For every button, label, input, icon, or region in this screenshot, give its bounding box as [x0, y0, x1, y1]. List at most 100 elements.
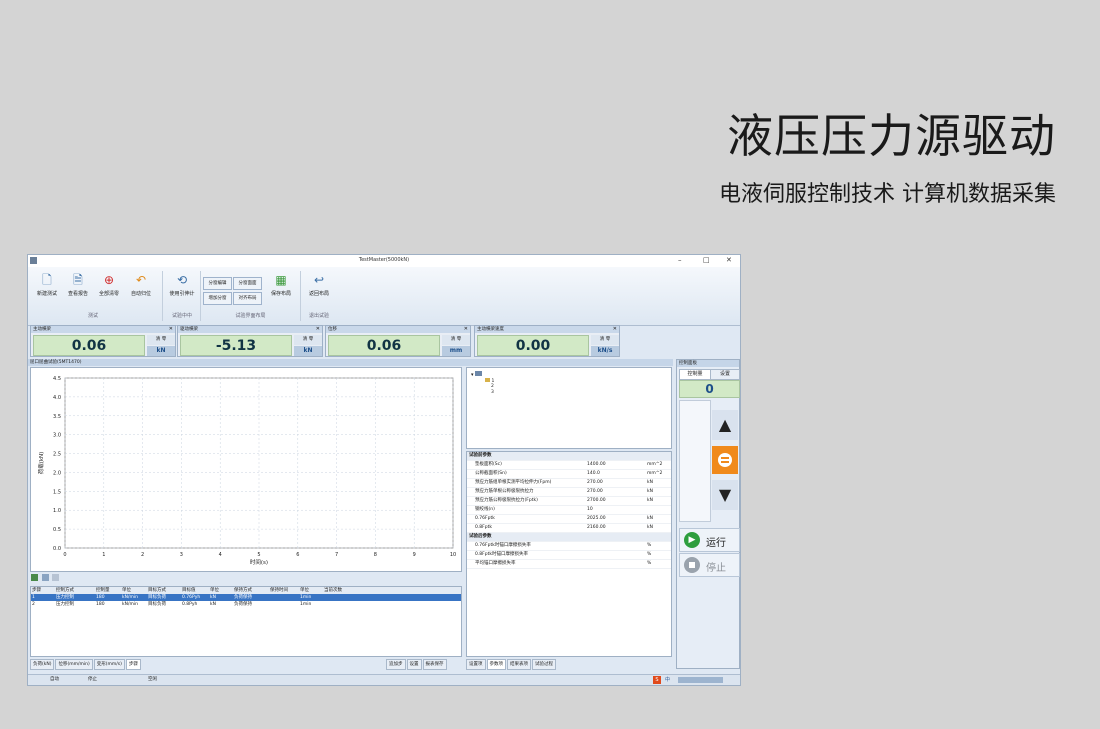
align-layout-button[interactable]: 对齐布局 — [233, 292, 262, 305]
param-row[interactable]: 0.8Fptk时锚口摩擦损失率% — [467, 551, 671, 560]
system-tray-icons[interactable] — [678, 677, 723, 683]
param-section[interactable]: 试验前参数 — [467, 452, 671, 461]
auto-return-button[interactable]: ↶ 自动归位 — [124, 271, 158, 307]
tab-displacement[interactable]: 位移(mm/min) — [55, 659, 93, 670]
return-layout-button[interactable]: ↩ 返回布局 — [302, 271, 336, 307]
hold-button[interactable] — [712, 446, 738, 474]
param-row[interactable]: 垫板面积(Sc) 1400.00 mm^2 — [467, 461, 671, 470]
tab-control-settings[interactable]: 设置 — [710, 369, 740, 380]
table-actions: 追加步 设置 报表保存 — [386, 659, 448, 670]
meter-clear-button[interactable]: 清 零 — [294, 335, 322, 345]
meter-value: 0.06 — [33, 335, 145, 356]
status-idle: 空闲 — [148, 677, 157, 682]
layout-save-icon: ▦ — [275, 273, 287, 287]
step-table: 步骤 控制方式 控制量 单位 目标方式 目标值 单位 保持方式 保持时间 单位 … — [30, 586, 462, 657]
settings-button[interactable]: 设置 — [406, 659, 422, 670]
close-icon[interactable]: ✕ — [316, 326, 320, 333]
tree-node-label: 3 — [491, 390, 494, 395]
table-cell: 0.8Pyh — [182, 602, 198, 607]
export-icon[interactable] — [31, 574, 38, 581]
tab-control-value[interactable]: 控制量 — [679, 369, 711, 380]
param-row[interactable]: 0.8Fptk 2160.00 kN — [467, 524, 671, 533]
tab-load[interactable]: 负荷(kN) — [30, 659, 55, 670]
restore-button[interactable]: □ — [703, 256, 710, 264]
y-tick-label: 2.0 — [53, 470, 61, 476]
meter-unit: kN/s — [591, 346, 619, 356]
meter-clear-button[interactable]: 清 零 — [147, 335, 175, 345]
param-row[interactable]: 钢绞线(n) 10 — [467, 506, 671, 515]
param-name: 0.8Fptk — [475, 525, 492, 530]
param-row[interactable]: 公称截面积(Sn) 140.0 mm^2 — [467, 470, 671, 479]
param-row[interactable]: 0.76Fptk时锚口摩擦损失率% — [467, 542, 671, 551]
meter-clear-button[interactable]: 清 零 — [591, 335, 619, 345]
table-row[interactable]: 1 压力控制 180 kN/min 目标负荷 0.76Pyh kN 负荷保持 1… — [31, 594, 461, 601]
close-button[interactable]: ✕ — [726, 256, 732, 264]
tab-steps[interactable]: 步骤 — [125, 659, 141, 670]
group-label: 测试 — [87, 313, 98, 319]
minimize-button[interactable]: – — [678, 256, 682, 264]
clear-all-button[interactable]: ⊕ 全部清零 — [92, 271, 126, 307]
tab-process[interactable]: 试验过程 — [532, 659, 556, 670]
view-report-button[interactable]: 🗎 查看报告 — [61, 271, 95, 307]
y-tick-label: 0.5 — [53, 527, 61, 533]
table-cell: kN — [210, 595, 216, 600]
param-unit: mm^2 — [647, 462, 663, 467]
tree-node[interactable]: 3 — [491, 390, 494, 395]
append-step-button[interactable]: 追加步 — [386, 659, 406, 670]
control-panel-title: 控制面板 — [677, 360, 739, 367]
table-cell: kN/min — [122, 595, 138, 600]
play-icon: ▶ — [684, 532, 700, 548]
ime-chinese-icon[interactable]: 中 — [665, 675, 670, 685]
close-icon[interactable]: ✕ — [169, 326, 173, 333]
y-tick-label: 1.0 — [53, 508, 61, 514]
group-label: 试验界面布局 — [235, 313, 266, 319]
x-tick-label: 0 — [63, 552, 66, 558]
split-edit-button[interactable]: 分窗编辑 — [203, 277, 232, 290]
table-cell — [269, 601, 299, 608]
param-row[interactable]: 预应力筋公称极限抗拉力(Fptk) 2700.00 kN — [467, 497, 671, 506]
control-panel: 控制面板 控制量 设置 0 ▲ ▼ ▶ 运行 停止 — [676, 359, 740, 669]
extensometer-icon: ⟲ — [176, 273, 188, 287]
control-slider-track[interactable] — [679, 400, 711, 522]
meter-title: 位移 — [328, 327, 337, 332]
use-extensometer-button[interactable]: ⟲ 使用引伸计 — [165, 271, 199, 307]
pause-icon — [718, 452, 732, 467]
stop-button[interactable]: 停止 — [679, 553, 740, 577]
tab-results[interactable]: 结果表项 — [507, 659, 531, 670]
param-row[interactable]: 预应力筋单根公称极限抗拉力 270.00 kN — [467, 488, 671, 497]
tree-root[interactable]: ▾ — [471, 371, 483, 378]
table-row[interactable]: 2 压力控制 180 kN/min 目标负荷 0.8Pyh kN 负荷保持 1m… — [31, 601, 461, 608]
run-button[interactable]: ▶ 运行 — [679, 528, 740, 552]
triangle-up-icon: ▲ — [718, 415, 732, 434]
save-layout-button[interactable]: ▦ 保存布局 — [264, 271, 298, 307]
down-arrow-button[interactable]: ▼ — [712, 480, 738, 510]
close-icon[interactable]: ✕ — [613, 326, 617, 333]
up-arrow-button[interactable]: ▲ — [712, 410, 738, 440]
param-value: 270.00 — [587, 480, 603, 485]
tree-node[interactable]: 2 — [491, 384, 494, 389]
tab-deformation[interactable]: 变形(mm/s) — [93, 659, 125, 670]
ime-logo-icon[interactable]: S — [653, 676, 661, 684]
save-report-button[interactable]: 报表保存 — [422, 659, 447, 670]
x-tick-label: 4 — [219, 552, 222, 558]
new-file-icon: 🗋 — [42, 273, 52, 287]
y-tick-label: 1.5 — [53, 489, 61, 495]
tab-params-items[interactable]: 参数项 — [486, 659, 506, 670]
add-split-button[interactable]: 增加分窗 — [203, 292, 232, 305]
param-row[interactable]: 预应力筋组单根实测平均拉伸力(Fpm) 270.00 kN — [467, 479, 671, 488]
col-header: 单位 — [300, 588, 309, 593]
close-icon[interactable]: ✕ — [464, 326, 468, 333]
zoom-icon[interactable] — [41, 574, 49, 581]
x-tick-label: 1 — [102, 552, 105, 558]
tab-settings-items[interactable]: 设置项 — [466, 659, 486, 670]
param-row[interactable]: 0.76Fptk 2025.00 kN — [467, 515, 671, 524]
new-test-button[interactable]: 🗋 新建测试 — [30, 271, 64, 307]
meter-clear-button[interactable]: 清 零 — [442, 335, 470, 345]
param-section[interactable]: 试验后参数 — [467, 533, 671, 542]
param-value: 2700.00 — [587, 498, 606, 503]
y-tick-label: 4.0 — [53, 395, 61, 401]
param-unit: kN — [647, 525, 653, 530]
list-icon[interactable] — [52, 574, 60, 581]
param-row[interactable]: 平均锚口摩擦损失率% — [467, 560, 671, 569]
split-view-button[interactable]: 分窗面面 — [233, 277, 262, 290]
